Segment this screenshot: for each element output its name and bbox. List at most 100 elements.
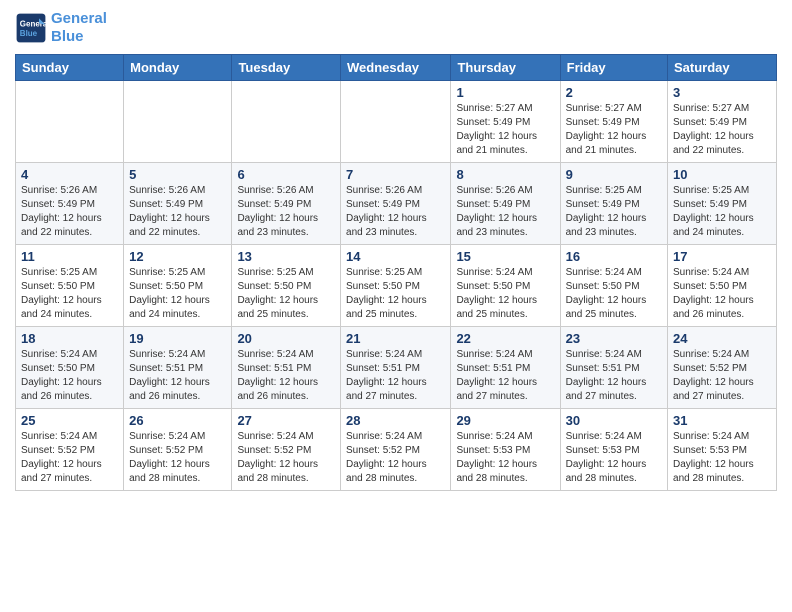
calendar-cell: 26 Sunrise: 5:24 AM Sunset: 5:52 PM Dayli… [124,409,232,491]
day-info: Sunrise: 5:24 AM Sunset: 5:50 PM Dayligh… [456,266,554,322]
day-info: Sunrise: 5:24 AM Sunset: 5:51 PM Dayligh… [456,348,554,404]
calendar-cell: 24 Sunrise: 5:24 AM Sunset: 5:52 PM Dayli… [668,327,777,409]
day-info: Sunrise: 5:25 AM Sunset: 5:49 PM Dayligh… [566,184,662,240]
calendar-cell: 13 Sunrise: 5:25 AM Sunset: 5:50 PM Dayli… [232,245,341,327]
day-number: 12 [129,249,226,264]
day-number: 20 [237,331,335,346]
page-header: General Blue General Blue [15,10,777,46]
week-row-1: 1 Sunrise: 5:27 AM Sunset: 5:49 PM Daylig… [16,81,777,163]
weekday-header-monday: Monday [124,55,232,81]
calendar-cell: 15Sunrise: 5:24 AM Sunset: 5:50 PM Dayli… [451,245,560,327]
calendar-table: SundayMondayTuesdayWednesdayThursdayFrid… [15,54,777,491]
calendar-cell [124,81,232,163]
day-info: Sunrise: 5:26 AM Sunset: 5:49 PM Dayligh… [129,184,226,240]
day-number: 19 [129,331,226,346]
day-info: Sunrise: 5:24 AM Sunset: 5:50 PM Dayligh… [673,266,771,322]
weekday-header-row: SundayMondayTuesdayWednesdayThursdayFrid… [16,55,777,81]
day-info: Sunrise: 5:24 AM Sunset: 5:50 PM Dayligh… [566,266,662,322]
day-number: 6 [237,167,335,182]
day-info: Sunrise: 5:27 AM Sunset: 5:49 PM Dayligh… [456,102,554,158]
day-number: 31 [673,413,771,428]
day-info: Sunrise: 5:24 AM Sunset: 5:53 PM Dayligh… [673,430,771,486]
day-info: Sunrise: 5:24 AM Sunset: 5:52 PM Dayligh… [237,430,335,486]
weekday-header-friday: Friday [560,55,667,81]
weekday-header-saturday: Saturday [668,55,777,81]
calendar-cell: 5 Sunrise: 5:26 AM Sunset: 5:49 PM Daylig… [124,163,232,245]
calendar-cell: 31 Sunrise: 5:24 AM Sunset: 5:53 PM Dayli… [668,409,777,491]
day-info: Sunrise: 5:24 AM Sunset: 5:52 PM Dayligh… [346,430,445,486]
day-info: Sunrise: 5:24 AM Sunset: 5:51 PM Dayligh… [129,348,226,404]
day-info: Sunrise: 5:27 AM Sunset: 5:49 PM Dayligh… [673,102,771,158]
calendar-cell: 25 Sunrise: 5:24 AM Sunset: 5:52 PM Dayli… [16,409,124,491]
day-info: Sunrise: 5:25 AM Sunset: 5:50 PM Dayligh… [129,266,226,322]
calendar-cell: 14 Sunrise: 5:25 AM Sunset: 5:50 PM Dayli… [341,245,451,327]
week-row-3: 11 Sunrise: 5:25 AM Sunset: 5:50 PM Dayli… [16,245,777,327]
day-number: 2 [566,85,662,100]
day-info: Sunrise: 5:25 AM Sunset: 5:49 PM Dayligh… [673,184,771,240]
day-number: 7 [346,167,445,182]
calendar-cell: 29Sunrise: 5:24 AM Sunset: 5:53 PM Dayli… [451,409,560,491]
day-number: 22 [456,331,554,346]
day-number: 4 [21,167,118,182]
calendar-cell: 2Sunrise: 5:27 AM Sunset: 5:49 PM Daylig… [560,81,667,163]
calendar-cell: 22 Sunrise: 5:24 AM Sunset: 5:51 PM Dayli… [451,327,560,409]
day-number: 13 [237,249,335,264]
day-number: 25 [21,413,118,428]
svg-text:Blue: Blue [20,29,38,38]
day-number: 21 [346,331,445,346]
calendar-cell [232,81,341,163]
day-number: 26 [129,413,226,428]
calendar-cell: 16 Sunrise: 5:24 AM Sunset: 5:50 PM Dayli… [560,245,667,327]
day-number: 11 [21,249,118,264]
calendar-cell: 8 Sunrise: 5:26 AM Sunset: 5:49 PM Daylig… [451,163,560,245]
calendar-cell: 7 Sunrise: 5:26 AM Sunset: 5:49 PM Daylig… [341,163,451,245]
calendar-cell: 1 Sunrise: 5:27 AM Sunset: 5:49 PM Daylig… [451,81,560,163]
day-info: Sunrise: 5:24 AM Sunset: 5:51 PM Dayligh… [237,348,335,404]
weekday-header-thursday: Thursday [451,55,560,81]
day-number: 24 [673,331,771,346]
calendar-cell: 10 Sunrise: 5:25 AM Sunset: 5:49 PM Dayli… [668,163,777,245]
day-number: 9 [566,167,662,182]
day-info: Sunrise: 5:25 AM Sunset: 5:50 PM Dayligh… [237,266,335,322]
day-number: 29 [456,413,554,428]
weekday-header-sunday: Sunday [16,55,124,81]
day-number: 8 [456,167,554,182]
calendar-cell: 28Sunrise: 5:24 AM Sunset: 5:52 PM Dayli… [341,409,451,491]
day-info: Sunrise: 5:24 AM Sunset: 5:51 PM Dayligh… [346,348,445,404]
calendar-cell: 20 Sunrise: 5:24 AM Sunset: 5:51 PM Dayli… [232,327,341,409]
day-number: 10 [673,167,771,182]
weekday-header-tuesday: Tuesday [232,55,341,81]
day-number: 1 [456,85,554,100]
day-info: Sunrise: 5:25 AM Sunset: 5:50 PM Dayligh… [346,266,445,322]
logo-icon: General Blue [15,12,47,44]
calendar-cell: 19 Sunrise: 5:24 AM Sunset: 5:51 PM Dayli… [124,327,232,409]
day-number: 14 [346,249,445,264]
day-number: 16 [566,249,662,264]
day-info: Sunrise: 5:24 AM Sunset: 5:52 PM Dayligh… [673,348,771,404]
weekday-header-wednesday: Wednesday [341,55,451,81]
day-info: Sunrise: 5:26 AM Sunset: 5:49 PM Dayligh… [21,184,118,240]
day-info: Sunrise: 5:26 AM Sunset: 5:49 PM Dayligh… [346,184,445,240]
week-row-2: 4 Sunrise: 5:26 AM Sunset: 5:49 PM Daylig… [16,163,777,245]
calendar-cell: 6 Sunrise: 5:26 AM Sunset: 5:49 PM Daylig… [232,163,341,245]
day-info: Sunrise: 5:24 AM Sunset: 5:52 PM Dayligh… [21,430,118,486]
day-number: 3 [673,85,771,100]
calendar-cell: 4 Sunrise: 5:26 AM Sunset: 5:49 PM Daylig… [16,163,124,245]
week-row-4: 18Sunrise: 5:24 AM Sunset: 5:50 PM Dayli… [16,327,777,409]
calendar-cell: 17 Sunrise: 5:24 AM Sunset: 5:50 PM Dayli… [668,245,777,327]
day-info: Sunrise: 5:26 AM Sunset: 5:49 PM Dayligh… [456,184,554,240]
day-number: 5 [129,167,226,182]
calendar-body: 1 Sunrise: 5:27 AM Sunset: 5:49 PM Daylig… [16,81,777,491]
calendar-cell: 23Sunrise: 5:24 AM Sunset: 5:51 PM Dayli… [560,327,667,409]
day-info: Sunrise: 5:24 AM Sunset: 5:53 PM Dayligh… [566,430,662,486]
calendar-cell: 12 Sunrise: 5:25 AM Sunset: 5:50 PM Dayli… [124,245,232,327]
calendar-cell: 9 Sunrise: 5:25 AM Sunset: 5:49 PM Daylig… [560,163,667,245]
day-info: Sunrise: 5:24 AM Sunset: 5:51 PM Dayligh… [566,348,662,404]
day-info: Sunrise: 5:26 AM Sunset: 5:49 PM Dayligh… [237,184,335,240]
calendar-cell: 27Sunrise: 5:24 AM Sunset: 5:52 PM Dayli… [232,409,341,491]
day-info: Sunrise: 5:24 AM Sunset: 5:50 PM Dayligh… [21,348,118,404]
day-info: Sunrise: 5:25 AM Sunset: 5:50 PM Dayligh… [21,266,118,322]
calendar-cell: 3 Sunrise: 5:27 AM Sunset: 5:49 PM Daylig… [668,81,777,163]
day-number: 17 [673,249,771,264]
day-info: Sunrise: 5:24 AM Sunset: 5:52 PM Dayligh… [129,430,226,486]
